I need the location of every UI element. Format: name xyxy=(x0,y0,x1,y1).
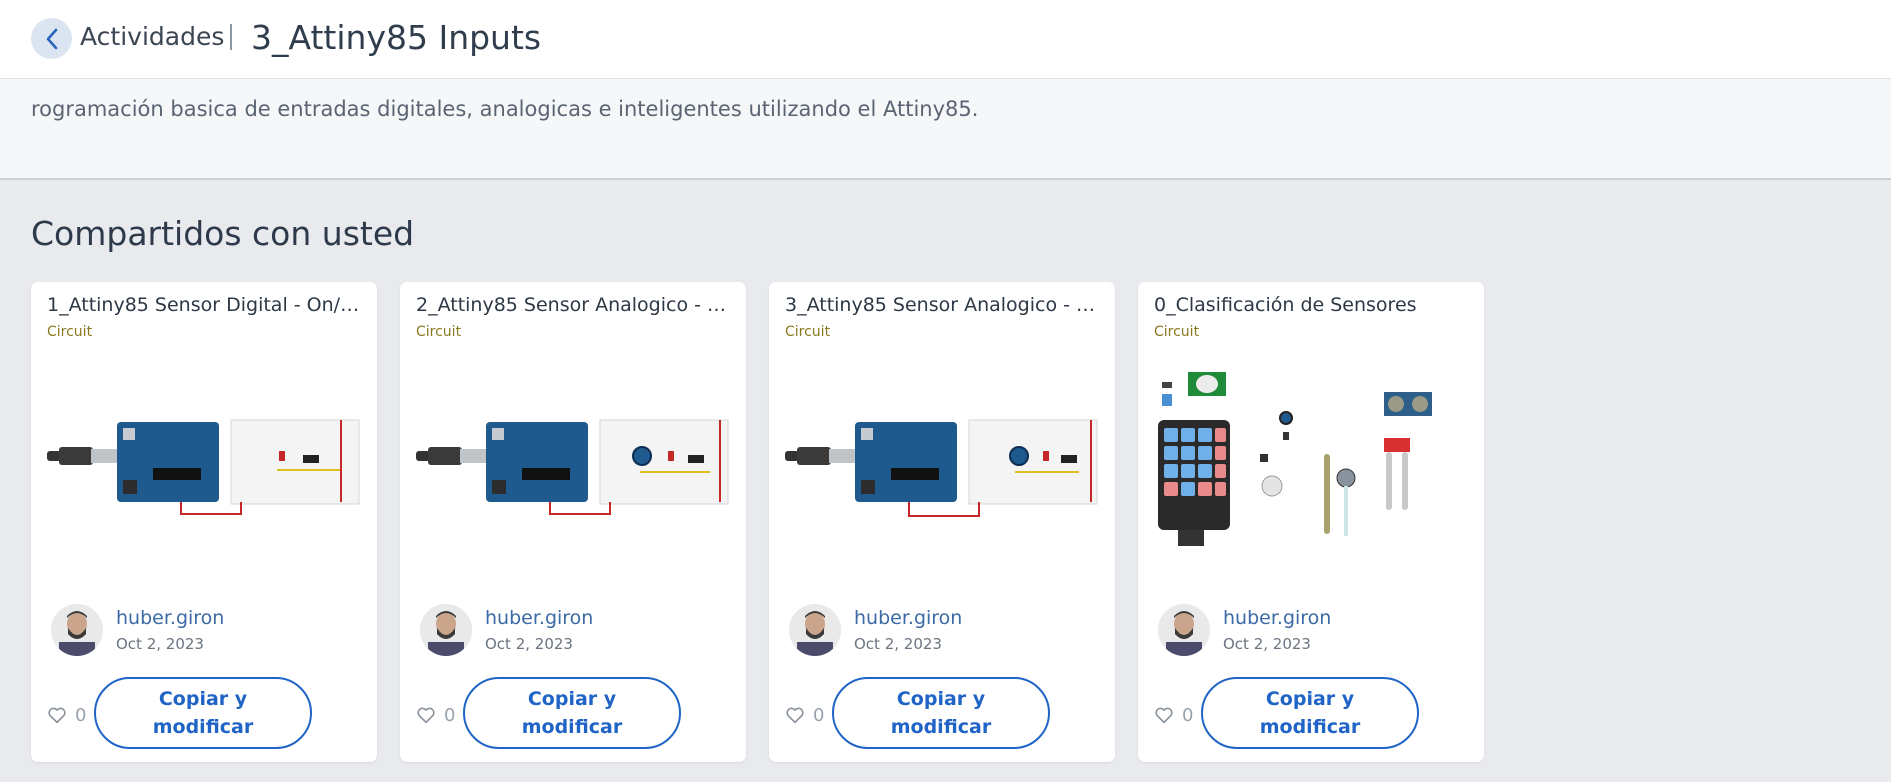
like-count: 0 xyxy=(75,704,87,726)
card-date: Oct 2, 2023 xyxy=(485,635,573,653)
breadcrumb-separator xyxy=(230,24,232,50)
back-button[interactable] xyxy=(31,18,72,59)
author-avatar[interactable] xyxy=(1158,604,1210,656)
like-count: 0 xyxy=(444,704,456,726)
card-type-label: Circuit xyxy=(416,324,462,340)
card-title[interactable]: 2_Attiny85 Sensor Analogico - On/Off xyxy=(416,294,736,316)
like-count: 0 xyxy=(1182,704,1194,726)
author-name[interactable]: huber.giron xyxy=(1223,607,1331,629)
author-name[interactable]: huber.giron xyxy=(116,607,224,629)
like-count: 0 xyxy=(813,704,825,726)
activity-description: rogramación basica de entradas digitales… xyxy=(31,97,979,121)
heart-icon xyxy=(48,707,66,724)
card-type-label: Circuit xyxy=(1154,324,1200,340)
copy-and-modify-button[interactable]: Copiar y modificar xyxy=(832,677,1050,749)
card-title[interactable]: 1_Attiny85 Sensor Digital - On/Off xyxy=(47,294,367,316)
heart-icon xyxy=(417,707,435,724)
design-card[interactable]: 0_Clasificación de Sensores Circuit hube… xyxy=(1138,282,1484,762)
author-name[interactable]: huber.giron xyxy=(854,607,962,629)
card-date: Oct 2, 2023 xyxy=(1223,635,1311,653)
like-button[interactable]: 0 xyxy=(416,704,455,726)
section-title: Compartidos con usted xyxy=(31,214,415,253)
author-name[interactable]: huber.giron xyxy=(485,607,593,629)
like-button[interactable]: 0 xyxy=(1154,704,1193,726)
card-date: Oct 2, 2023 xyxy=(854,635,942,653)
copy-and-modify-button[interactable]: Copiar y modificar xyxy=(94,677,312,749)
heart-icon xyxy=(786,707,804,724)
heart-icon xyxy=(1155,707,1173,724)
design-card[interactable]: 1_Attiny85 Sensor Digital - On/Off Circu… xyxy=(31,282,377,762)
card-title[interactable]: 0_Clasificación de Sensores xyxy=(1154,294,1474,316)
card-date: Oct 2, 2023 xyxy=(116,635,204,653)
circuit-thumbnail[interactable] xyxy=(41,352,371,582)
author-avatar[interactable] xyxy=(789,604,841,656)
breadcrumb-actividades[interactable]: Actividades xyxy=(80,22,224,51)
design-card[interactable]: 2_Attiny85 Sensor Analogico - On/Off Cir… xyxy=(400,282,746,762)
circuit-thumbnail[interactable] xyxy=(410,352,740,582)
card-title[interactable]: 3_Attiny85 Sensor Analogico - Dimmer xyxy=(785,294,1105,316)
card-type-label: Circuit xyxy=(47,324,93,340)
like-button[interactable]: 0 xyxy=(785,704,824,726)
copy-and-modify-button[interactable]: Copiar y modificar xyxy=(1201,677,1419,749)
card-type-label: Circuit xyxy=(785,324,831,340)
page-title: 3_Attiny85 Inputs xyxy=(251,18,542,57)
author-avatar[interactable] xyxy=(51,604,103,656)
copy-and-modify-button[interactable]: Copiar y modificar xyxy=(463,677,681,749)
sensors-thumbnail[interactable] xyxy=(1148,352,1478,582)
page-header: Actividades 3_Attiny85 Inputs xyxy=(0,0,1891,79)
design-card[interactable]: 3_Attiny85 Sensor Analogico - Dimmer Cir… xyxy=(769,282,1115,762)
circuit-thumbnail[interactable] xyxy=(779,352,1109,582)
author-avatar[interactable] xyxy=(420,604,472,656)
description-panel: rogramación basica de entradas digitales… xyxy=(0,79,1891,180)
back-arrow-icon xyxy=(46,28,57,49)
like-button[interactable]: 0 xyxy=(47,704,86,726)
